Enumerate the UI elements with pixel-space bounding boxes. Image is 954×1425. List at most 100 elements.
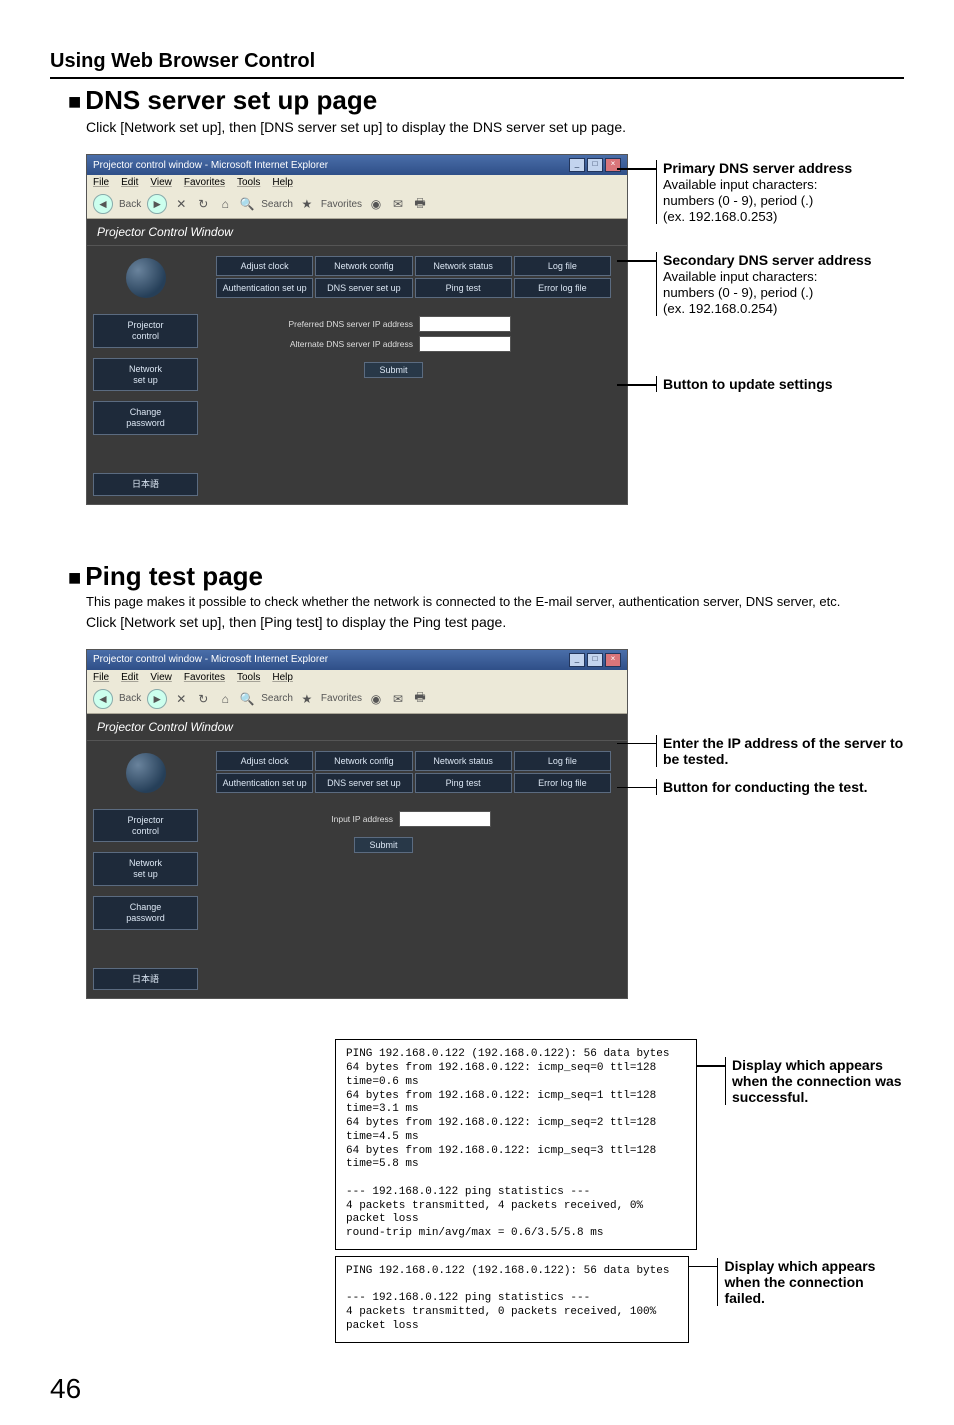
search-icon[interactable]: 🔍 [239, 196, 255, 212]
tab-network-status[interactable]: Network status [415, 256, 512, 276]
sidebar-item-projector-control[interactable]: Projector control [93, 809, 198, 843]
favorites-icon[interactable]: ★ [299, 196, 315, 212]
titlebar: Projector control window - Microsoft Int… [87, 155, 627, 175]
close-icon[interactable]: × [605, 158, 621, 172]
ping-success-box: PING 192.168.0.122 (192.168.0.122): 56 d… [335, 1039, 697, 1250]
submit-button[interactable]: Submit [364, 362, 422, 378]
alternate-dns-label: Alternate DNS server IP address [290, 339, 413, 349]
history-icon[interactable]: ◉ [368, 196, 384, 212]
globe-icon [126, 258, 166, 298]
favorites-label[interactable]: Favorites [321, 199, 362, 210]
sidebar-item-japanese[interactable]: 日本語 [93, 968, 198, 991]
history-icon[interactable]: ◉ [368, 691, 384, 707]
mail-icon[interactable]: ✉ [390, 196, 406, 212]
tab-ping-test[interactable]: Ping test [415, 278, 512, 298]
pcw-title: Projector Control Window [87, 219, 627, 246]
back-icon[interactable]: ◄ [93, 689, 113, 709]
mail-icon[interactable]: ✉ [390, 691, 406, 707]
menu-view[interactable]: View [150, 177, 172, 188]
callout-line: when the connection failed. [724, 1274, 863, 1306]
tab-error-log-file[interactable]: Error log file [514, 278, 611, 298]
home-icon[interactable]: ⌂ [217, 196, 233, 212]
callout-line: when the connection was [732, 1073, 902, 1089]
callout-title: Primary DNS server address [663, 160, 852, 176]
callout-title: Button to update settings [663, 376, 833, 392]
minimize-icon[interactable]: _ [569, 653, 585, 667]
menu-tools[interactable]: Tools [237, 177, 260, 188]
menu-help[interactable]: Help [272, 177, 293, 188]
ping-desc1: This page makes it possible to check whe… [86, 594, 904, 611]
search-label[interactable]: Search [261, 199, 293, 210]
menu-edit[interactable]: Edit [121, 177, 138, 188]
maximize-icon[interactable]: □ [587, 158, 603, 172]
menu-edit[interactable]: Edit [121, 672, 138, 683]
tab-dns-server-setup[interactable]: DNS server set up [315, 278, 412, 298]
sidebar-item-network-setup[interactable]: Network set up [93, 852, 198, 886]
callout-line: Available input characters: [663, 177, 817, 192]
ping-heading-text: Ping test page [85, 561, 263, 591]
search-icon[interactable]: 🔍 [239, 691, 255, 707]
menu-favorites[interactable]: Favorites [184, 672, 225, 683]
favorites-icon[interactable]: ★ [299, 691, 315, 707]
callout-line: (ex. 192.168.0.253) [663, 209, 777, 224]
bullet-icon: ■ [68, 565, 81, 590]
bullet-icon: ■ [68, 89, 81, 114]
callout-title: Secondary DNS server address [663, 252, 872, 268]
window-title: Projector control window - Microsoft Int… [93, 160, 328, 171]
favorites-label[interactable]: Favorites [321, 693, 362, 704]
tab-auth-setup[interactable]: Authentication set up [216, 773, 313, 793]
tab-error-log-file[interactable]: Error log file [514, 773, 611, 793]
menubar: File Edit View Favorites Tools Help [87, 175, 627, 190]
close-icon[interactable]: × [605, 653, 621, 667]
tab-network-status[interactable]: Network status [415, 751, 512, 771]
callout-fail: Display which appears when the connectio… [717, 1258, 904, 1306]
tab-dns-server-setup[interactable]: DNS server set up [315, 773, 412, 793]
menu-tools[interactable]: Tools [237, 672, 260, 683]
callout-enter-ip: Enter the IP address of the server to be… [656, 735, 904, 767]
input-ip-label: Input IP address [331, 814, 393, 824]
tab-log-file[interactable]: Log file [514, 751, 611, 771]
refresh-icon[interactable]: ↻ [195, 691, 211, 707]
menu-help[interactable]: Help [272, 672, 293, 683]
print-icon[interactable]: 🖶 [412, 691, 428, 707]
stop-icon[interactable]: ✕ [173, 691, 189, 707]
refresh-icon[interactable]: ↻ [195, 196, 211, 212]
preferred-dns-input[interactable] [419, 316, 511, 332]
tab-auth-setup[interactable]: Authentication set up [216, 278, 313, 298]
forward-icon[interactable]: ► [147, 194, 167, 214]
toolbar: ◄ Back ► ✕ ↻ ⌂ 🔍 Search ★ Favorites ◉ ✉ … [87, 685, 627, 714]
back-icon[interactable]: ◄ [93, 194, 113, 214]
alternate-dns-input[interactable] [419, 336, 511, 352]
back-label[interactable]: Back [119, 693, 141, 704]
input-ip-field[interactable] [399, 811, 491, 827]
minimize-icon[interactable]: _ [569, 158, 585, 172]
submit-button[interactable]: Submit [354, 837, 412, 853]
stop-icon[interactable]: ✕ [173, 196, 189, 212]
sidebar-item-change-password[interactable]: Change password [93, 896, 198, 930]
tab-network-config[interactable]: Network config [315, 256, 412, 276]
menu-favorites[interactable]: Favorites [184, 177, 225, 188]
maximize-icon[interactable]: □ [587, 653, 603, 667]
sidebar-item-projector-control[interactable]: Projector control [93, 314, 198, 348]
tab-log-file[interactable]: Log file [514, 256, 611, 276]
menu-view[interactable]: View [150, 672, 172, 683]
menu-file[interactable]: File [93, 177, 109, 188]
sidebar-item-network-setup[interactable]: Network set up [93, 358, 198, 392]
tab-adjust-clock[interactable]: Adjust clock [216, 256, 313, 276]
back-label[interactable]: Back [119, 199, 141, 210]
tab-ping-test[interactable]: Ping test [415, 773, 512, 793]
browser-window-dns: Projector control window - Microsoft Int… [86, 154, 628, 505]
search-label[interactable]: Search [261, 693, 293, 704]
sidebar-item-japanese[interactable]: 日本語 [93, 473, 198, 496]
print-icon[interactable]: 🖶 [412, 196, 428, 212]
callout-title: Enter the IP address of the server to be… [663, 735, 903, 767]
tab-network-config[interactable]: Network config [315, 751, 412, 771]
callout-line: numbers (0 - 9), period (.) [663, 285, 813, 300]
menu-file[interactable]: File [93, 672, 109, 683]
tab-adjust-clock[interactable]: Adjust clock [216, 751, 313, 771]
forward-icon[interactable]: ► [147, 689, 167, 709]
sidebar-item-change-password[interactable]: Change password [93, 401, 198, 435]
ping-desc2: Click [Network set up], then [Ping test]… [86, 613, 904, 631]
home-icon[interactable]: ⌂ [217, 691, 233, 707]
titlebar: Projector control window - Microsoft Int… [87, 650, 627, 670]
